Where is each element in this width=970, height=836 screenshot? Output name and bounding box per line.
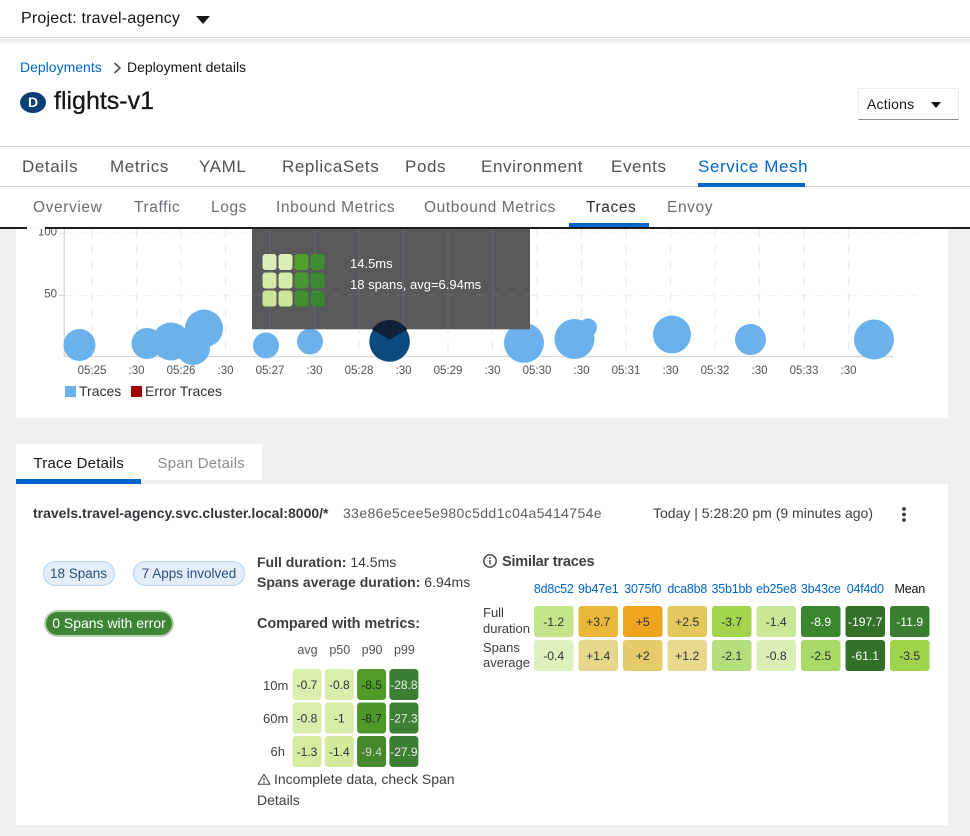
- svg-text::30: :30: [663, 365, 679, 377]
- svg-text:18 spans, avg=6.94ms: 18 spans, avg=6.94ms: [350, 277, 482, 292]
- svg-text::30: :30: [752, 365, 768, 377]
- svg-text:-1.4: -1.4: [766, 615, 787, 629]
- svg-text:+2: +2: [636, 649, 650, 663]
- svg-text:-2.5: -2.5: [810, 649, 831, 663]
- svg-text:-1.2: -1.2: [543, 615, 564, 629]
- svg-text:05:25: 05:25: [78, 365, 107, 377]
- svg-text:-0.4: -0.4: [543, 649, 564, 663]
- svg-text:+1.4: +1.4: [586, 649, 610, 663]
- svg-text:05:31: 05:31: [612, 365, 641, 377]
- svg-text::30: :30: [307, 365, 323, 377]
- svg-text:-197.7: -197.7: [848, 615, 883, 629]
- svg-text:-1.3: -1.3: [297, 745, 318, 759]
- svg-text:05:32: 05:32: [701, 365, 730, 377]
- svg-text:+5: +5: [636, 615, 650, 629]
- svg-text:Traces: Traces: [79, 383, 121, 399]
- svg-text:+3.7: +3.7: [586, 615, 610, 629]
- svg-text::30: :30: [396, 365, 412, 377]
- svg-text::30: :30: [574, 365, 590, 377]
- svg-text:-8.5: -8.5: [361, 678, 382, 692]
- svg-text::30: :30: [218, 365, 234, 377]
- svg-text:50: 50: [44, 289, 57, 301]
- svg-text:05:27: 05:27: [256, 365, 285, 377]
- svg-text:-0.8: -0.8: [329, 678, 350, 692]
- svg-text:05:30: 05:30: [523, 365, 552, 377]
- svg-text:-27.9: -27.9: [390, 745, 418, 759]
- svg-text:-61.1: -61.1: [851, 649, 879, 663]
- svg-text::30: :30: [485, 365, 501, 377]
- svg-text:-0.8: -0.8: [297, 712, 318, 726]
- svg-text:100: 100: [38, 229, 57, 238]
- svg-text::30: :30: [841, 365, 857, 377]
- svg-text:-8.9: -8.9: [810, 615, 831, 629]
- svg-text:-2.1: -2.1: [721, 649, 742, 663]
- svg-text:Error Traces: Error Traces: [145, 383, 222, 399]
- svg-text:-9.4: -9.4: [361, 745, 382, 759]
- svg-text:05:26: 05:26: [167, 365, 196, 377]
- svg-text:-11.9: -11.9: [896, 615, 923, 629]
- svg-text:05:29: 05:29: [434, 365, 463, 377]
- svg-text:-3.5: -3.5: [899, 649, 920, 663]
- svg-text:-0.8: -0.8: [766, 649, 787, 663]
- svg-text:05:28: 05:28: [345, 365, 374, 377]
- svg-text:14.5ms: 14.5ms: [350, 256, 393, 271]
- svg-text:-3.7: -3.7: [721, 615, 742, 629]
- svg-text:-0.7: -0.7: [297, 678, 318, 692]
- svg-text:-8.7: -8.7: [361, 712, 382, 726]
- svg-text:-28.8: -28.8: [390, 678, 418, 692]
- svg-text:-1: -1: [334, 712, 345, 726]
- svg-text:-1.4: -1.4: [329, 745, 350, 759]
- svg-text:+1.2: +1.2: [675, 649, 699, 663]
- svg-text:05:33: 05:33: [790, 365, 819, 377]
- svg-text:+2.5: +2.5: [675, 615, 699, 629]
- svg-text:-27.3: -27.3: [390, 712, 418, 726]
- svg-text::30: :30: [129, 365, 145, 377]
